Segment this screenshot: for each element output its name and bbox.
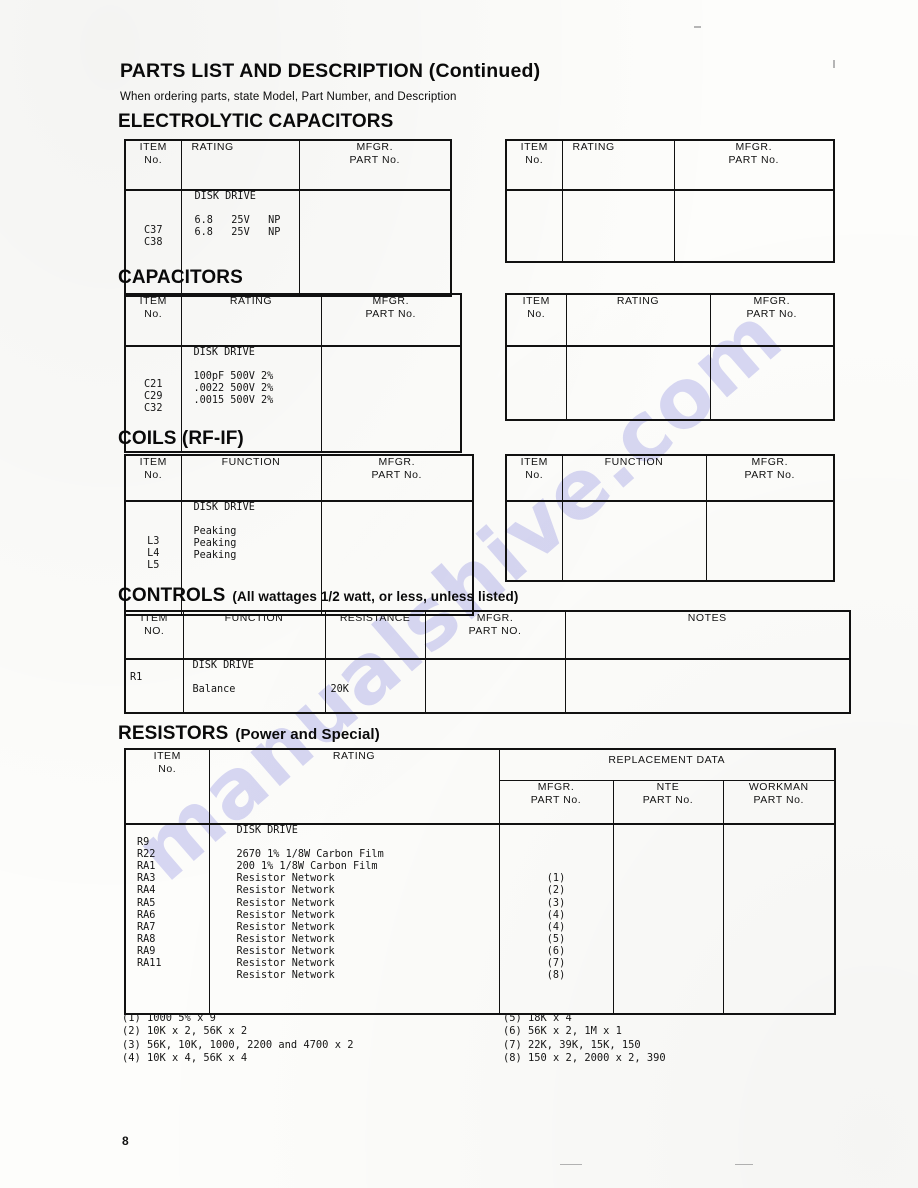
col-header-replacement-data: REPLACEMENT DATA (498, 748, 836, 781)
col-header-rating: RATING (208, 748, 500, 825)
table-header-row: ITEM NO. FUNCTION RESISTANCE MFGR. PART NO… (124, 610, 851, 660)
col-header-rating: RATING (180, 293, 322, 347)
cell-ratings (565, 345, 711, 421)
controls-heading-qualifier: (All wattages 1/2 watt, or less, unless … (232, 589, 519, 604)
table-header-row: ITEM No. RATING MFGR. PART No. (124, 293, 462, 347)
coils-right-table-wrap: ITEM No. FUNCTION MFGR. PART No. (505, 454, 835, 582)
scan-mark (833, 60, 835, 68)
table-row: R1 DISK DRIVE Balance 20K (124, 658, 851, 714)
col-header-rating: RATING (561, 139, 675, 191)
table-row: R9 R22 RA1 RA3 RA4 RA5 RA6 RA7 RA8 RA9 R… (124, 823, 836, 1015)
electrolytic-capacitors-right-table: ITEM No. RATING MFGR. PART No. (505, 139, 835, 263)
resistors-heading-qualifier: (Power and Special) (235, 726, 380, 743)
col-header-item-no: ITEM No. (505, 293, 567, 347)
section-heading-electrolytic-capacitors: ELECTROLYTIC CAPACITORS (118, 111, 394, 132)
footnotes-right: (5) 18K x 4 (6) 56K x 2, 1M x 1 (7) 22K,… (503, 1012, 666, 1065)
cell-mfgr-part-no (709, 345, 835, 421)
col-header-item-no: ITEM No. (124, 139, 182, 191)
col-header-item-no: ITEM No. (124, 293, 182, 347)
cell-item-numbers (505, 189, 563, 263)
col-header-item-no: ITEM No. (124, 748, 210, 825)
footnotes-left: (1) 1000 5% x 9 (2) 10K x 2, 56K x 2 (3)… (122, 1012, 354, 1065)
col-header-workman-part-no: WORKMAN PART No. (722, 780, 836, 825)
capacitors-right-table: ITEM No. RATING MFGR. PART No. (505, 293, 835, 421)
col-header-function: FUNCTION (180, 454, 322, 502)
col-header-mfgr-part-no: MFGR. PART NO. (424, 610, 566, 660)
col-header-resistance: RESISTANCE (324, 610, 426, 660)
cell-mfgr-part-no (673, 189, 835, 263)
cell-mfgr-part-no (320, 345, 462, 453)
table-header-row: ITEM No. FUNCTION MFGR. PART No. (505, 454, 835, 502)
page-content: PARTS LIST AND DESCRIPTION (Continued) W… (0, 0, 918, 1188)
capacitors-right-table-wrap: ITEM No. RATING MFGR. PART No. (505, 293, 835, 421)
cell-item-numbers: R1 (124, 658, 184, 714)
scan-mark (560, 1164, 582, 1165)
cell-ratings: DISK DRIVE 2670 1% 1/8W Carbon Film 200 … (208, 823, 500, 1015)
cell-mfgr-part-no: (1) (2) (3) (4) (4) (5) (6) (7) (8) (498, 823, 614, 1015)
page-subtitle: When ordering parts, state Model, Part N… (120, 91, 457, 103)
cell-functions (561, 500, 707, 582)
table-header-row: ITEM No. RATING MFGR. PART No. (505, 139, 835, 191)
section-heading-capacitors: CAPACITORS (118, 267, 243, 288)
cell-mfgr-part-no (705, 500, 835, 582)
col-header-rating: RATING (180, 139, 300, 191)
controls-heading-text: CONTROLS (118, 585, 226, 606)
col-header-item-no: ITEM No. (124, 454, 182, 502)
col-header-item-no: ITEM NO. (124, 610, 184, 660)
table-header-row: ITEM No. FUNCTION MFGR. PART No. (124, 454, 474, 502)
controls-table-wrap: ITEM NO. FUNCTION RESISTANCE MFGR. PART NO… (124, 610, 851, 714)
col-header-nte-part-no: NTE PART No. (612, 780, 724, 825)
coils-right-table: ITEM No. FUNCTION MFGR. PART No. (505, 454, 835, 582)
cell-item-numbers (505, 345, 567, 421)
col-header-item-no: ITEM No. (505, 139, 563, 191)
cell-ratings (561, 189, 675, 263)
cell-mfgr-part-no (424, 658, 566, 714)
resistors-table: ITEM No. RATING REPLACEMENT DATA MFGR. PAR… (124, 748, 836, 1015)
section-heading-coils: COILS (RF-IF) (118, 428, 244, 449)
section-heading-resistors: RESISTORS (Power and Special) (118, 723, 380, 745)
table-header-group-row: ITEM No. RATING REPLACEMENT DATA (124, 748, 836, 825)
col-header-rating: RATING (565, 293, 711, 347)
resistors-heading-text: RESISTORS (118, 723, 229, 744)
col-header-mfgr-part-no: MFGR. PART No. (320, 454, 474, 502)
cell-functions: DISK DRIVE Balance (182, 658, 326, 714)
table-header-row: ITEM No. RATING MFGR. PART No. (505, 293, 835, 347)
col-header-item-no: ITEM No. (505, 454, 563, 502)
scan-mark (735, 1164, 753, 1165)
col-header-mfgr-part-no: MFGR. PART No. (320, 293, 462, 347)
electrolytic-capacitors-right-table-wrap: ITEM No. RATING MFGR. PART No. (505, 139, 835, 263)
controls-table: ITEM NO. FUNCTION RESISTANCE MFGR. PART NO… (124, 610, 851, 714)
cell-resistance: 20K (324, 658, 426, 714)
table-header-row: ITEM No. RATING MFGR. PART No. (124, 139, 452, 191)
section-heading-controls: CONTROLS (All wattages 1/2 watt, or less,… (118, 585, 518, 607)
cell-item-numbers (505, 500, 563, 582)
page-title: PARTS LIST AND DESCRIPTION (Continued) (120, 60, 541, 82)
cell-nte-part-no (612, 823, 724, 1015)
col-header-function: FUNCTION (561, 454, 707, 502)
cell-item-numbers: R9 R22 RA1 RA3 RA4 RA5 RA6 RA7 RA8 RA9 R… (124, 823, 210, 1015)
col-header-function: FUNCTION (182, 610, 326, 660)
page-number: 8 (122, 1134, 129, 1148)
cell-notes (564, 658, 851, 714)
col-header-mfgr-part-no: MFGR. PART No. (498, 780, 614, 825)
col-header-mfgr-part-no: MFGR. PART No. (705, 454, 835, 502)
table-row (505, 500, 835, 582)
scan-mark (694, 26, 701, 28)
cell-workman-part-no (722, 823, 836, 1015)
cell-mfgr-part-no (298, 189, 452, 297)
table-row (505, 189, 835, 263)
table-row (505, 345, 835, 421)
col-header-mfgr-part-no: MFGR. PART No. (709, 293, 835, 347)
col-header-notes: NOTES (564, 610, 851, 660)
resistors-table-wrap: ITEM No. RATING REPLACEMENT DATA MFGR. PAR… (124, 748, 836, 1015)
col-header-mfgr-part-no: MFGR. PART No. (298, 139, 452, 191)
col-header-mfgr-part-no: MFGR. PART No. (673, 139, 835, 191)
